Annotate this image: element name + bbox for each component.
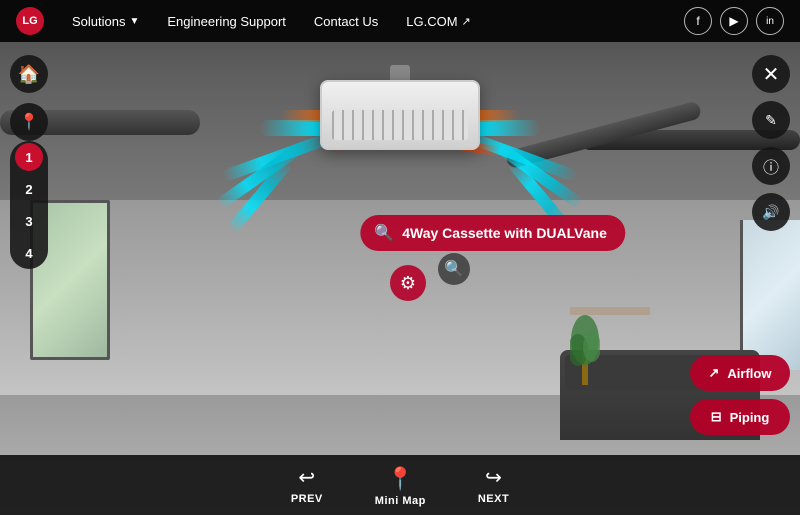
- right-window: [740, 220, 800, 370]
- nav-links: Solutions ▼ Engineering Support Contact …: [58, 0, 485, 42]
- plant: [570, 305, 600, 385]
- product-name: 4Way Cassette with DUALVane: [402, 225, 607, 241]
- nav-lg-com[interactable]: LG.COM ↗: [392, 0, 485, 42]
- minimap-label: Mini Map: [375, 495, 426, 507]
- ac-unit: [320, 80, 480, 160]
- nav-social-icons: f ▶ in: [684, 7, 784, 35]
- facebook-icon: f: [696, 14, 699, 28]
- gear-hotspot[interactable]: ⚙: [390, 265, 426, 301]
- search-hotspot[interactable]: 🔍: [438, 253, 470, 285]
- youtube-icon-btn[interactable]: ▶: [720, 7, 748, 35]
- scene-3-button[interactable]: 3: [10, 205, 48, 237]
- minimap-icon: 📍: [384, 463, 416, 495]
- edit-icon: ✎: [765, 112, 777, 129]
- minimap-button[interactable]: 📍 Mini Map: [347, 463, 454, 507]
- right-sidebar: ✕ ✎ ⓘ 🔊: [752, 55, 790, 231]
- solutions-label: Solutions: [72, 14, 125, 29]
- home-icon: 🏠: [18, 64, 40, 85]
- scene-number-list: 1 2 3 4: [10, 141, 48, 269]
- edit-button[interactable]: ✎: [752, 101, 790, 139]
- piping-button[interactable]: ⊟ Piping: [690, 399, 790, 435]
- sound-icon: 🔊: [762, 204, 779, 221]
- location-section: 📍 1 2 3 4: [10, 103, 48, 269]
- prev-label: PREV: [291, 493, 323, 505]
- ac-body: [320, 80, 480, 150]
- search-icon: 🔍: [374, 223, 394, 243]
- nav-engineering-support[interactable]: Engineering Support: [153, 0, 300, 42]
- scene-4-button[interactable]: 4: [10, 237, 48, 269]
- next-button[interactable]: ↪ NEXT: [454, 465, 533, 505]
- gear-icon: ⚙: [400, 273, 416, 294]
- piping-icon: ⊟: [711, 409, 722, 425]
- bottom-controls: ↩ PREV 📍 Mini Map ↪ NEXT: [0, 455, 800, 515]
- scene-4-label: 4: [25, 246, 32, 261]
- linkedin-icon-btn[interactable]: in: [756, 7, 784, 35]
- airflow-icon: ↗: [709, 365, 720, 381]
- piping-label: Piping: [730, 410, 770, 425]
- location-icon: 📍: [19, 112, 39, 132]
- airflow-button[interactable]: ↗ Airflow: [690, 355, 790, 391]
- close-button[interactable]: ✕: [752, 55, 790, 93]
- nav-solutions[interactable]: Solutions ▼: [58, 0, 153, 42]
- close-icon: ✕: [763, 62, 780, 87]
- search-icon-small: 🔍: [444, 259, 464, 279]
- right-actions: ↗ Airflow ⊟ Piping: [690, 355, 790, 435]
- facebook-icon-btn[interactable]: f: [684, 7, 712, 35]
- prev-button[interactable]: ↩ PREV: [267, 465, 347, 505]
- home-button[interactable]: 🏠: [10, 55, 48, 93]
- youtube-icon: ▶: [729, 14, 738, 28]
- scene-3-label: 3: [25, 214, 32, 229]
- engineering-support-label: Engineering Support: [167, 14, 286, 29]
- next-icon: ↪: [485, 465, 502, 490]
- left-sidebar: 🏠 📍 1 2 3 4: [10, 55, 48, 269]
- next-label: NEXT: [478, 493, 509, 505]
- contact-us-label: Contact Us: [314, 14, 378, 29]
- location-button[interactable]: 📍: [10, 103, 48, 141]
- info-button[interactable]: ⓘ: [752, 147, 790, 185]
- scene-1-label: 1: [25, 150, 32, 165]
- nav-contact-us[interactable]: Contact Us: [300, 0, 392, 42]
- navbar: LG Solutions ▼ Engineering Support Conta…: [0, 0, 800, 42]
- product-label[interactable]: 🔍 4Way Cassette with DUALVane: [360, 215, 625, 251]
- sound-button[interactable]: 🔊: [752, 193, 790, 231]
- airflow-label: Airflow: [727, 366, 771, 381]
- scene-2-label: 2: [25, 182, 32, 197]
- linkedin-icon: in: [766, 16, 774, 27]
- chevron-down-icon: ▼: [129, 16, 139, 27]
- lg-com-label: LG.COM: [406, 14, 457, 29]
- logo: LG: [16, 7, 48, 35]
- info-icon: ⓘ: [763, 154, 779, 178]
- external-link-icon: ↗: [462, 15, 471, 28]
- scene-2-button[interactable]: 2: [10, 173, 48, 205]
- prev-icon: ↩: [298, 465, 315, 490]
- scene-1-button[interactable]: 1: [15, 143, 43, 171]
- lg-logo-circle: LG: [16, 7, 44, 35]
